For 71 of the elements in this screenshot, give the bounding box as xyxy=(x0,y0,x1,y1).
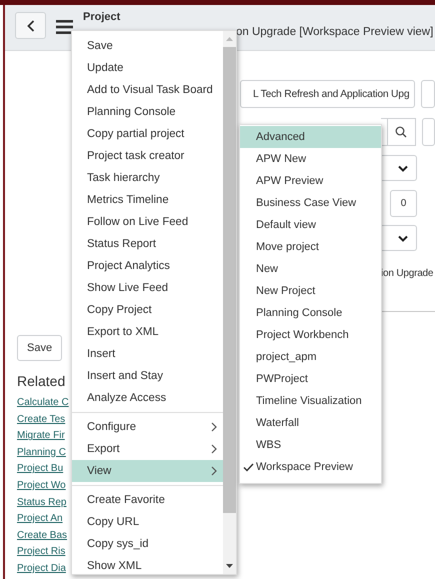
scroll-down-icon[interactable] xyxy=(226,564,233,568)
menu-item[interactable]: Project Analytics xyxy=(72,255,223,277)
related-link[interactable]: Project Bu xyxy=(17,461,64,478)
menu-item[interactable]: PWProject xyxy=(240,368,381,390)
menu-item[interactable]: Advanced xyxy=(240,126,381,148)
field-button[interactable] xyxy=(422,118,435,146)
menu-icon[interactable] xyxy=(56,20,73,34)
related-link[interactable]: Create Tes xyxy=(17,412,66,428)
related-link[interactable]: Project Wo xyxy=(17,478,66,495)
menu-item[interactable]: New xyxy=(240,258,381,280)
menu-item[interactable]: Export xyxy=(72,438,223,460)
menu-item[interactable]: Export to XML xyxy=(72,321,223,343)
menu-item[interactable]: Insert xyxy=(72,343,223,365)
name-field[interactable]: L Tech Refresh and Application Upg xyxy=(240,80,416,108)
select-field[interactable] xyxy=(381,225,417,251)
menu-item[interactable]: Show XML xyxy=(72,555,223,577)
save-button[interactable]: Save xyxy=(17,335,62,361)
number-field[interactable]: 0 xyxy=(390,190,417,217)
chevron-left-icon xyxy=(26,20,34,32)
related-link[interactable]: Migrate Fir xyxy=(17,428,65,445)
menu-item[interactable]: Status Report xyxy=(72,233,223,255)
menu-item[interactable]: Planning Console xyxy=(240,302,381,324)
menu-item[interactable]: Update xyxy=(72,57,223,79)
menu-item[interactable]: project_apm xyxy=(240,346,381,368)
menu-item[interactable]: Copy partial project xyxy=(72,123,223,145)
related-link[interactable]: Project An xyxy=(17,511,63,528)
chevron-right-icon xyxy=(211,444,217,454)
back-button[interactable] xyxy=(15,12,46,39)
search-button[interactable] xyxy=(388,118,416,146)
menu-item[interactable]: Waterfall xyxy=(240,412,381,434)
menu-item[interactable]: Copy sys_id xyxy=(72,533,223,555)
menu-item[interactable]: Insert and Stay xyxy=(72,365,223,387)
related-link[interactable]: Calculate C xyxy=(17,395,69,412)
section-heading: Related xyxy=(17,373,66,389)
menu-item[interactable]: Planning Console xyxy=(72,101,223,123)
select-field[interactable] xyxy=(381,155,417,181)
related-link[interactable]: Planning C xyxy=(17,444,66,462)
chevron-right-icon xyxy=(211,466,217,476)
related-link[interactable]: Create Bas xyxy=(17,528,68,544)
menu-item[interactable]: Create Favorite xyxy=(72,489,223,511)
related-link[interactable]: Project Dia xyxy=(17,560,66,578)
menu-item[interactable]: Timeline Visualization xyxy=(240,390,381,412)
menu-item[interactable]: WBS xyxy=(240,434,381,456)
page-title: Project xyxy=(83,11,122,23)
menu-item[interactable]: Project Workbench xyxy=(240,324,381,346)
menu-item[interactable]: Move project xyxy=(240,236,381,258)
chevron-right-icon xyxy=(211,422,217,432)
menu-item[interactable]: Follow on Live Feed xyxy=(72,211,223,233)
menu-item[interactable]: APW New xyxy=(240,148,381,170)
menu-item[interactable]: APW Preview xyxy=(240,170,381,192)
chevron-down-icon xyxy=(398,234,408,242)
menu-item[interactable]: Add to Visual Task Board xyxy=(72,79,223,101)
menu-item[interactable]: View xyxy=(72,460,223,482)
field-button[interactable] xyxy=(421,80,435,108)
menu-item[interactable]: Default view xyxy=(240,214,381,236)
related-link[interactable]: Project Ris xyxy=(17,544,66,561)
menu-item[interactable]: Copy URL xyxy=(72,511,223,533)
menu-item[interactable]: Metrics Timeline xyxy=(72,189,223,211)
menu-item[interactable]: Save xyxy=(72,35,223,57)
menu-item[interactable]: Analyze Access xyxy=(72,387,223,409)
menu-item[interactable]: Show Live Feed xyxy=(72,277,223,299)
related-link[interactable]: Status Rep xyxy=(17,494,66,512)
menu-item[interactable]: Project task creator xyxy=(72,145,223,167)
search-icon xyxy=(395,126,408,138)
menu-item[interactable]: New Project xyxy=(240,280,381,302)
menu-item[interactable]: Business Case View xyxy=(240,192,381,214)
menu-item[interactable]: Task hierarchy xyxy=(72,167,223,189)
menu-item[interactable]: Configure xyxy=(72,416,223,438)
menu-item[interactable]: Workspace Preview xyxy=(240,456,381,478)
chevron-down-icon xyxy=(398,164,408,172)
menu-item[interactable]: Copy Project xyxy=(72,299,223,321)
